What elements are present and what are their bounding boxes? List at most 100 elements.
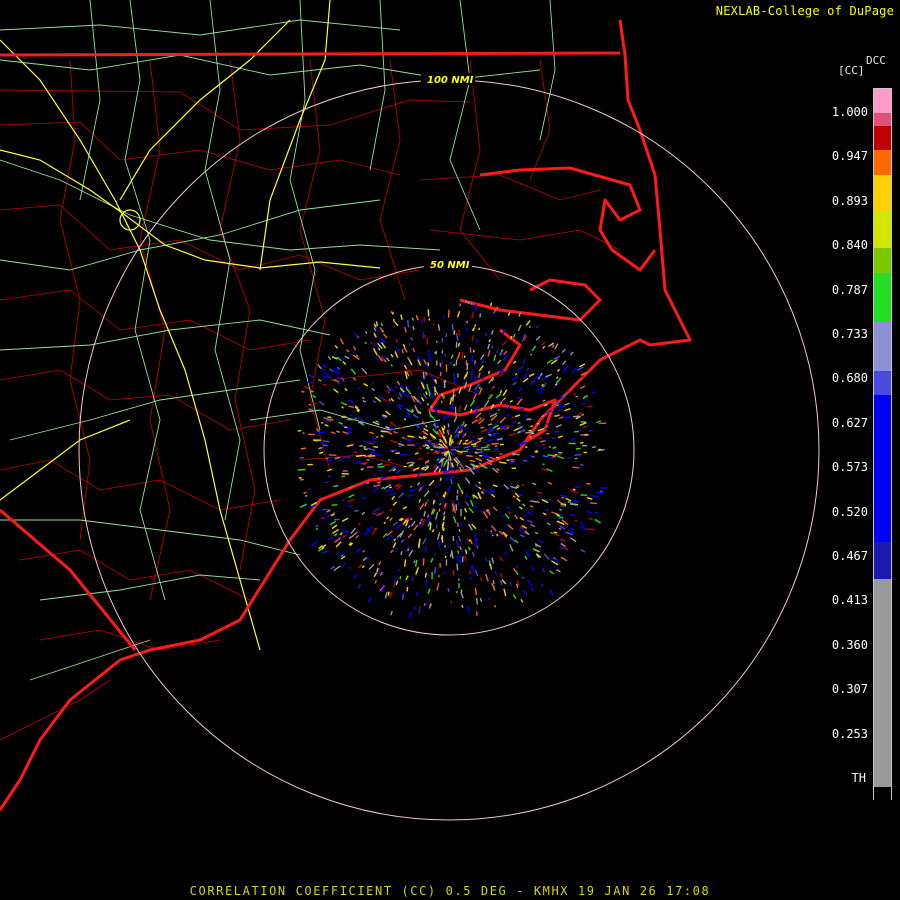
echo-mark — [574, 453, 582, 456]
echo-mark — [370, 341, 374, 345]
echo-mark — [412, 348, 416, 353]
color-scale-segment — [874, 248, 891, 274]
echo-mark — [300, 447, 306, 450]
echo-mark — [364, 331, 368, 335]
echo-mark — [529, 505, 534, 508]
echo-mark — [387, 386, 391, 392]
echo-mark — [521, 576, 525, 579]
echo-mark — [528, 350, 532, 353]
echo-mark — [371, 528, 377, 536]
echo-mark — [512, 594, 517, 599]
echo-mark — [303, 491, 307, 495]
echo-mark — [551, 455, 557, 458]
echo-mark — [481, 358, 485, 364]
echo-mark — [459, 546, 462, 551]
echo-mark — [343, 415, 347, 418]
echo-mark — [402, 343, 406, 348]
echo-mark — [421, 420, 425, 425]
echo-mark — [498, 556, 504, 562]
echo-mark — [515, 570, 519, 576]
color-scale-label: 0.627 — [831, 415, 868, 430]
echo-mark — [489, 563, 493, 570]
echo-mark — [485, 488, 492, 496]
echo-mark — [378, 561, 382, 566]
echo-mark — [402, 391, 409, 398]
echo-mark — [511, 420, 517, 424]
echo-mark — [386, 534, 393, 541]
echo-mark — [471, 311, 474, 320]
echo-mark — [408, 369, 413, 377]
color-scale-label: 0.733 — [831, 327, 868, 341]
echo-mark — [435, 340, 438, 344]
echo-mark — [317, 378, 322, 382]
echo-mark — [424, 572, 427, 578]
radar-map[interactable]: 50 NMI 100 NMI — [0, 0, 900, 900]
echo-mark — [419, 521, 422, 525]
echo-mark — [382, 333, 388, 339]
echo-mark — [374, 580, 378, 584]
echo-mark — [407, 548, 410, 552]
echo-mark — [449, 472, 453, 480]
echo-mark — [407, 525, 411, 529]
echo-mark — [482, 488, 486, 492]
echo-mark — [367, 597, 372, 603]
echo-mark — [361, 565, 365, 569]
echo-mark — [560, 538, 566, 542]
echo-mark — [373, 327, 377, 332]
echo-mark — [368, 431, 374, 435]
echo-mark — [319, 451, 324, 455]
echo-mark — [342, 430, 349, 435]
echo-mark — [500, 580, 503, 585]
echo-mark — [350, 368, 357, 375]
echo-mark — [512, 360, 517, 364]
echo-mark — [500, 573, 503, 578]
echo-mark — [456, 463, 459, 467]
echo-mark — [439, 477, 442, 481]
echo-mark — [510, 335, 513, 340]
echo-mark — [405, 525, 408, 529]
echo-mark — [426, 602, 428, 606]
color-scale-label: 0.893 — [831, 193, 868, 208]
echo-mark — [491, 345, 494, 349]
color-scale-label: 0.520 — [831, 504, 868, 519]
echo-mark — [493, 354, 497, 361]
echo-mark — [527, 579, 533, 587]
echo-mark — [361, 396, 365, 400]
echo-mark — [447, 309, 450, 318]
echo-mark — [492, 484, 498, 488]
echo-mark — [578, 363, 586, 368]
echo-mark — [355, 534, 359, 537]
echo-mark — [438, 508, 441, 512]
echo-mark — [326, 509, 331, 513]
echo-mark — [571, 437, 576, 441]
echo-mark — [333, 484, 339, 488]
echo-mark — [467, 546, 471, 551]
echo-mark — [479, 509, 483, 513]
echo-mark — [352, 346, 357, 351]
echo-mark — [532, 482, 537, 486]
echo-mark — [520, 441, 527, 444]
echo-mark — [510, 460, 515, 463]
echo-mark — [411, 317, 415, 321]
echo-mark — [320, 516, 325, 520]
echo-mark — [390, 488, 395, 492]
echo-mark — [436, 449, 440, 452]
echo-mark — [352, 377, 357, 381]
echo-mark — [408, 549, 414, 557]
echo-mark — [564, 415, 571, 420]
echo-mark — [458, 529, 461, 532]
echo-mark — [379, 571, 383, 576]
echo-mark — [392, 501, 398, 506]
echo-mark — [528, 454, 533, 457]
echo-mark — [371, 381, 374, 385]
echo-mark — [307, 488, 311, 491]
echo-mark — [418, 457, 424, 461]
echo-mark — [428, 479, 435, 487]
echo-mark — [339, 338, 344, 345]
echo-mark — [495, 456, 500, 459]
echo-mark — [512, 381, 518, 386]
echo-mark — [376, 481, 382, 484]
echo-mark — [311, 540, 318, 547]
echo-mark — [435, 511, 439, 520]
echo-mark — [372, 400, 377, 404]
